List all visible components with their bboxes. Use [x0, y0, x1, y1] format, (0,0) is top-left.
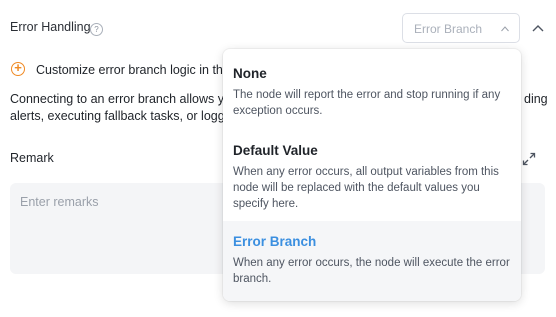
help-icon[interactable]: ? [90, 23, 103, 36]
remark-label: Remark [10, 151, 54, 165]
customize-hint: Customize error branch logic in the [36, 63, 230, 77]
option-description: When any error occurs, all output variab… [233, 166, 499, 210]
option-description: The node will report the error and stop … [233, 89, 501, 117]
remark-placeholder: Enter remarks [20, 195, 99, 209]
description-fragment: ding [524, 92, 548, 106]
option-error-branch[interactable]: Error Branch When any error occurs, the … [223, 221, 521, 301]
option-title: None [233, 66, 267, 81]
chevron-up-icon [501, 26, 509, 32]
add-circle-icon: + [11, 61, 25, 76]
description-line-1: Connecting to an error branch allows yo [10, 92, 231, 106]
option-title: Default Value [233, 143, 318, 158]
option-default-value[interactable]: Default Value When any error occurs, all… [223, 123, 521, 221]
option-description: When any error occurs, the node will exe… [233, 257, 510, 285]
error-handling-dropdown: None The node will report the error and … [223, 49, 521, 301]
collapse-chevron-icon[interactable] [532, 24, 544, 32]
option-title: Error Branch [233, 234, 317, 249]
error-handling-select[interactable]: Error Branch [402, 13, 520, 43]
description-line-2: alerts, executing fallback tasks, or log… [10, 109, 228, 123]
select-value: Error Branch [414, 22, 483, 36]
error-handling-title: Error Handling [10, 20, 91, 34]
expand-icon[interactable] [522, 152, 536, 166]
option-none[interactable]: None The node will report the error and … [223, 49, 521, 123]
